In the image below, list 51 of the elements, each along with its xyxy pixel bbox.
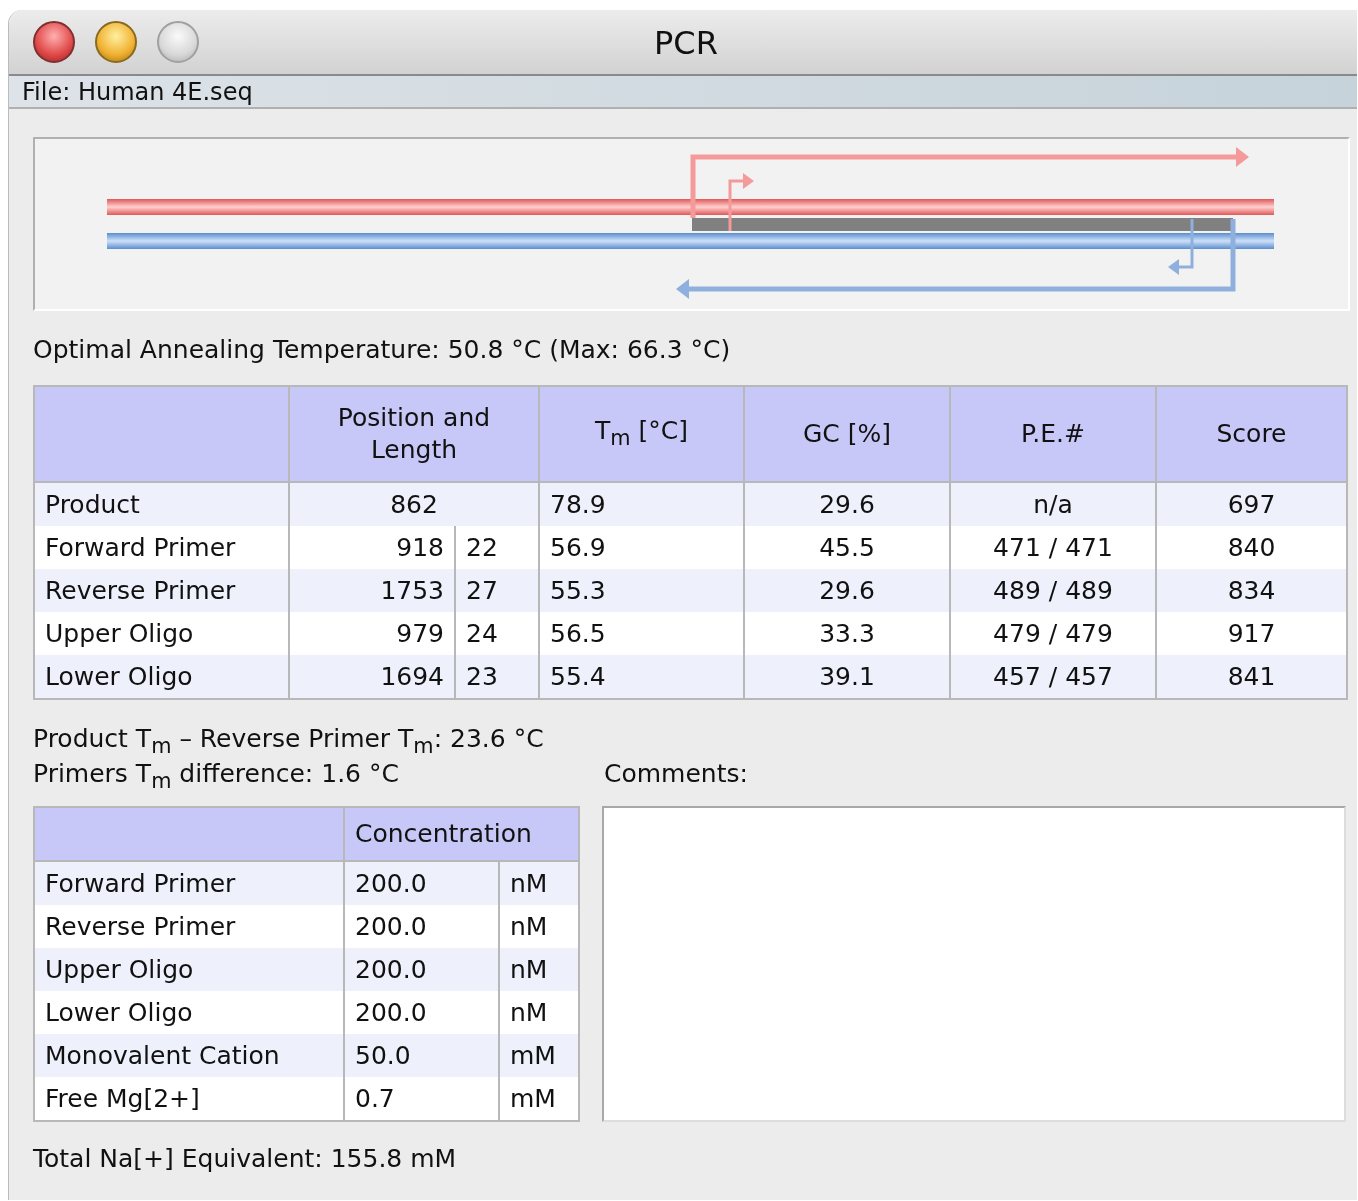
table-cell: 834: [1156, 569, 1347, 612]
table-cell: 55.4: [539, 655, 744, 699]
table-cell: nM: [499, 947, 579, 991]
row-label: Product: [34, 482, 289, 526]
column-header: T$_{m}$ [°C]: [539, 386, 744, 482]
table-cell: 39.1: [744, 655, 950, 699]
comments-label: Comments:: [604, 759, 748, 790]
table-cell: 78.9: [539, 482, 744, 526]
table-cell: 55.3: [539, 569, 744, 612]
total-equivalent: Total Na[+] Equivalent: 155.8 mM: [33, 1143, 458, 1174]
column-header: Concentration: [344, 806, 579, 861]
close-button[interactable]: [33, 21, 75, 63]
column-header: Score: [1156, 386, 1347, 482]
tm-note: Primers T$_{m}$ difference: 1.6 °C: [33, 759, 400, 794]
row-label: Upper Oligo: [34, 947, 344, 991]
table-cell: mM: [499, 1076, 579, 1121]
lower-oligo-arrow: [1168, 219, 1194, 275]
zoom-button[interactable]: [157, 21, 199, 63]
tm-note: Product T$_{m}$ – Reverse Primer T$_{m}$: 23.6 °C: [33, 724, 545, 759]
table-cell: 697: [1156, 482, 1347, 526]
table-cell: n/a: [950, 482, 1156, 526]
table-cell: 27: [455, 569, 539, 612]
table-cell: 862: [289, 482, 539, 526]
table-cell: 29.6: [744, 569, 950, 612]
table-cell: 457 / 457: [950, 655, 1156, 699]
row-label: Monovalent Cation: [34, 1033, 344, 1077]
file-name: File: Human 4E.seq: [22, 77, 253, 106]
annealing-temperature: Optimal Annealing Temperature: 50.8 °C (Max: 66.3 °C): [33, 335, 732, 365]
table-cell: 23: [455, 655, 539, 699]
row-label: Forward Primer: [34, 860, 344, 905]
minimize-button[interactable]: [95, 21, 137, 63]
table-cell: 200.0: [344, 860, 499, 905]
table-cell: nM: [499, 860, 579, 905]
table-cell: 50.0: [344, 1033, 499, 1077]
table-cell: 489 / 489: [950, 569, 1156, 612]
row-label: Lower Oligo: [34, 655, 289, 699]
column-header: GC [%]: [744, 386, 950, 482]
row-label: Free Mg[2+]: [34, 1076, 344, 1121]
column-header: P.E.#: [950, 386, 1156, 482]
comments-field[interactable]: [602, 805, 1346, 1122]
window-title: PCR: [654, 24, 718, 62]
table-cell: 841: [1156, 655, 1347, 699]
table-cell: 29.6: [744, 482, 950, 526]
row-label: Reverse Primer: [34, 569, 289, 612]
table-cell: 1753: [289, 569, 455, 612]
column-header: Position and Length: [289, 386, 539, 482]
upper-oligo-arrow: [728, 173, 754, 231]
table-cell: 0.7: [344, 1076, 499, 1121]
table-cell: 200.0: [344, 947, 499, 991]
table-cell: 1694: [289, 655, 455, 699]
table-cell: mM: [499, 1033, 579, 1077]
